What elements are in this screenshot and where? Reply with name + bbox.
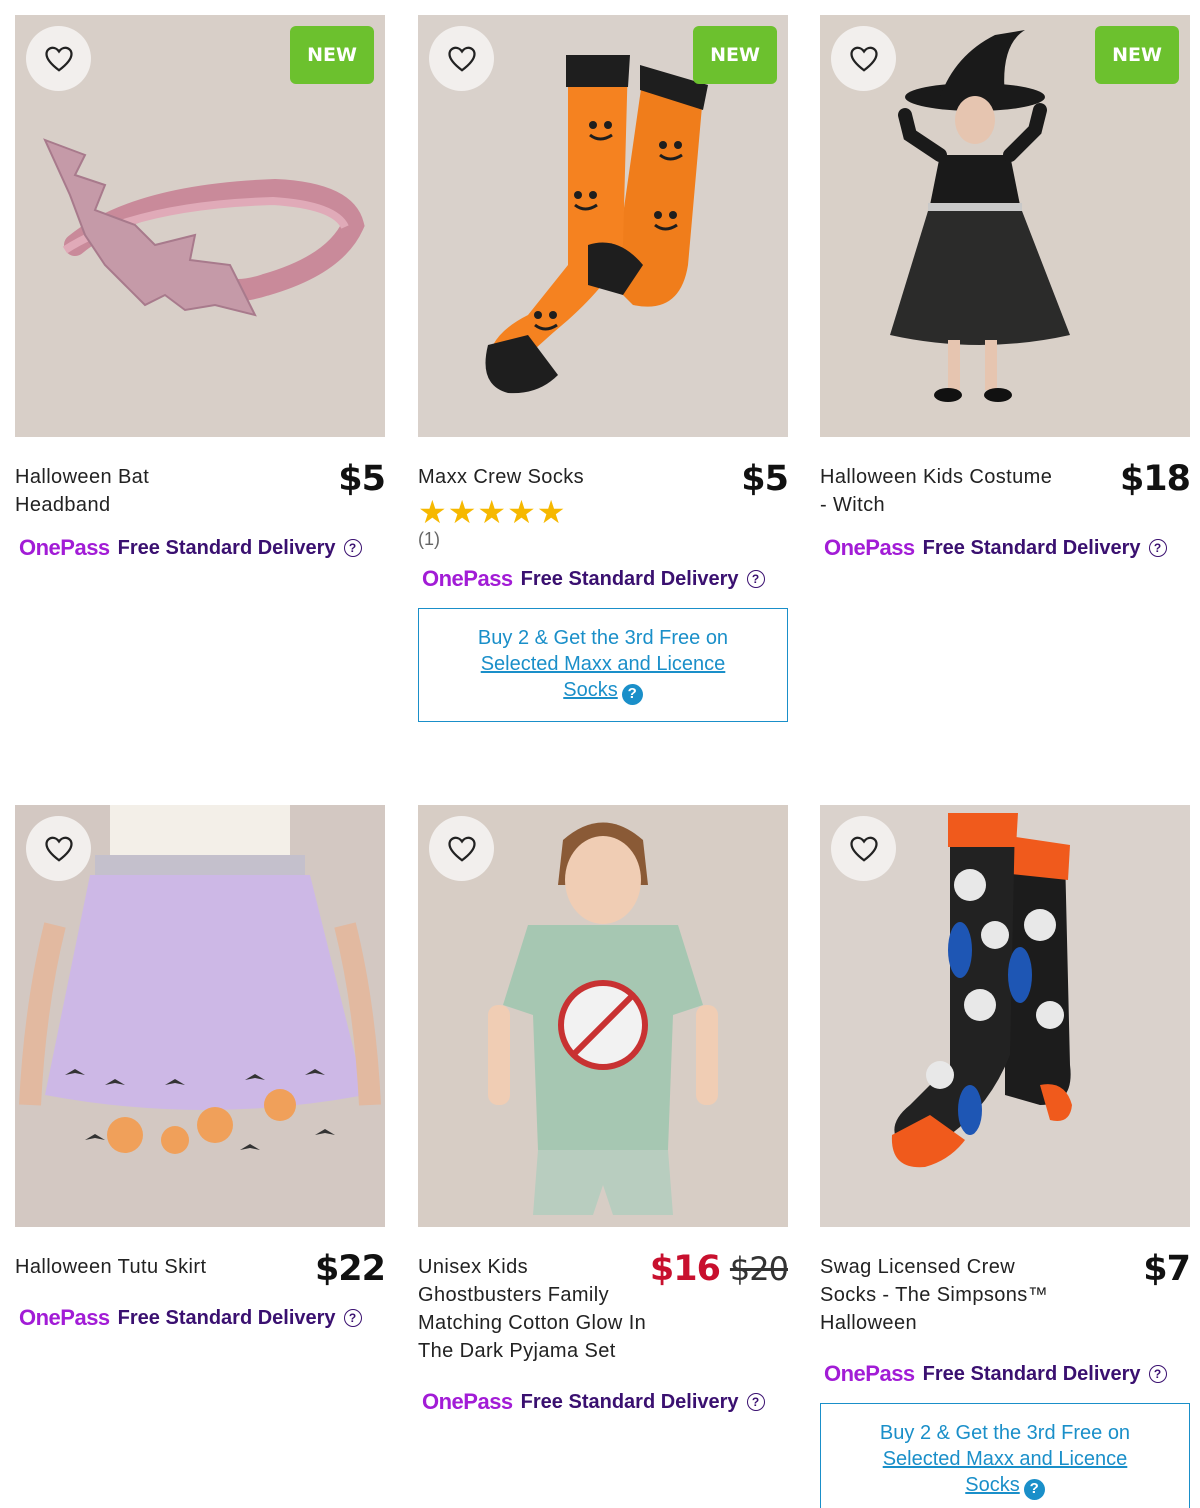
wishlist-heart-icon[interactable] — [429, 816, 494, 881]
delivery-text: Free Standard Delivery — [520, 1390, 739, 1413]
question-circle-icon[interactable]: ? — [746, 570, 765, 588]
wishlist-heart-icon[interactable] — [26, 26, 91, 91]
wishlist-heart-icon[interactable] — [831, 26, 896, 91]
product-price: $22 — [314, 1249, 386, 1289]
wishlist-heart-icon[interactable] — [831, 816, 896, 881]
promo-link[interactable]: Socks — [965, 1474, 1019, 1496]
product-image[interactable]: NEW — [418, 15, 788, 437]
new-badge: NEW — [1095, 26, 1179, 84]
onepass-delivery[interactable]: OnePass Free Standard Delivery ? — [820, 533, 1190, 563]
promo-link[interactable]: Selected Maxx and Licence — [459, 651, 747, 677]
onepass-logo: OnePass — [19, 535, 110, 560]
product-image[interactable] — [820, 805, 1190, 1227]
product-card[interactable]: Unisex Kids Ghostbusters Family Matching… — [418, 805, 789, 1417]
product-card[interactable]: NEW Maxx Crew Socks ★ ★ ★ ★ ★ (1) $5 OnePass… — [418, 15, 789, 722]
wishlist-heart-icon[interactable] — [26, 816, 91, 881]
delivery-text: Free Standard Delivery — [520, 567, 739, 590]
product-price: $5 — [338, 459, 386, 499]
question-circle-icon[interactable]: ? — [1148, 1365, 1167, 1383]
star-icon: ★ — [536, 494, 566, 530]
product-price: $18 — [1119, 459, 1191, 499]
star-icon: ★ — [477, 494, 507, 530]
promo-line: Buy 2 & Get the 3rd Free on — [477, 627, 729, 649]
onepass-delivery[interactable]: OnePass Free Standard Delivery ? — [15, 1303, 385, 1333]
onepass-logo: OnePass — [422, 1389, 513, 1414]
question-circle-icon[interactable]: ? — [343, 539, 362, 557]
star-icon: ★ — [447, 494, 477, 530]
question-filled-icon[interactable]: ? — [1023, 1478, 1045, 1500]
new-badge: NEW — [693, 26, 777, 84]
promo-line: Buy 2 & Get the 3rd Free on — [879, 1422, 1131, 1444]
question-circle-icon[interactable]: ? — [343, 1309, 362, 1327]
delivery-text: Free Standard Delivery — [117, 1306, 336, 1329]
promo-link[interactable]: Socks — [563, 679, 617, 701]
product-image[interactable] — [418, 805, 788, 1227]
star-icon: ★ — [507, 494, 536, 530]
product-title[interactable]: Halloween Kids Costume - Witch — [820, 463, 1055, 519]
product-image[interactable]: NEW — [820, 15, 1190, 437]
onepass-delivery[interactable]: OnePass Free Standard Delivery ? — [15, 533, 385, 563]
product-title[interactable]: Halloween Tutu Skirt — [15, 1253, 206, 1281]
onepass-delivery[interactable]: OnePass Free Standard Delivery ? — [418, 1387, 788, 1417]
onepass-delivery[interactable]: OnePass Free Standard Delivery ? — [418, 564, 788, 594]
product-title[interactable]: Halloween Bat Headband — [15, 463, 250, 519]
product-title[interactable]: Unisex Kids Ghostbusters Family Matching… — [418, 1253, 650, 1365]
onepass-logo: OnePass — [824, 1361, 915, 1386]
wishlist-heart-icon[interactable] — [429, 26, 494, 91]
product-image[interactable]: NEW — [15, 15, 385, 437]
onepass-logo: OnePass — [824, 535, 915, 560]
star-icon: ★ — [418, 494, 447, 530]
product-card[interactable]: Halloween Tutu Skirt $22 OnePass Free St… — [15, 805, 386, 1333]
onepass-delivery[interactable]: OnePass Free Standard Delivery ? — [820, 1359, 1190, 1389]
delivery-text: Free Standard Delivery — [117, 536, 336, 559]
new-badge: NEW — [290, 26, 374, 84]
product-card[interactable]: NEW Halloween Bat Headband $5 OnePass Fr… — [15, 15, 386, 563]
product-price: $7 — [1143, 1249, 1191, 1289]
promo-link[interactable]: Selected Maxx and Licence — [861, 1446, 1149, 1472]
rating-stars: ★ ★ ★ ★ ★ — [418, 494, 584, 530]
product-price: $5 — [741, 459, 789, 499]
question-circle-icon[interactable]: ? — [1148, 539, 1167, 557]
question-circle-icon[interactable]: ? — [746, 1393, 765, 1411]
onepass-logo: OnePass — [19, 1305, 110, 1330]
was-price: $20 — [729, 1250, 789, 1288]
product-image[interactable] — [15, 805, 385, 1227]
promo-box: Buy 2 & Get the 3rd Free on Selected Max… — [820, 1403, 1190, 1508]
question-filled-icon[interactable]: ? — [621, 683, 643, 705]
promo-box: Buy 2 & Get the 3rd Free on Selected Max… — [418, 608, 788, 722]
product-title[interactable]: Maxx Crew Socks — [418, 463, 584, 491]
product-card[interactable]: Swag Licensed Crew Socks - The Simpsons™… — [820, 805, 1191, 1508]
delivery-text: Free Standard Delivery — [922, 536, 1141, 559]
product-card[interactable]: NEW Halloween Kids Costume - Witch $18 O… — [820, 15, 1191, 563]
delivery-text: Free Standard Delivery — [922, 1362, 1141, 1385]
rating-count[interactable]: (1) — [418, 529, 584, 550]
product-title[interactable]: Swag Licensed Crew Socks - The Simpsons™… — [820, 1253, 1055, 1337]
sale-price: $16 — [649, 1249, 721, 1289]
onepass-logo: OnePass — [422, 566, 513, 591]
